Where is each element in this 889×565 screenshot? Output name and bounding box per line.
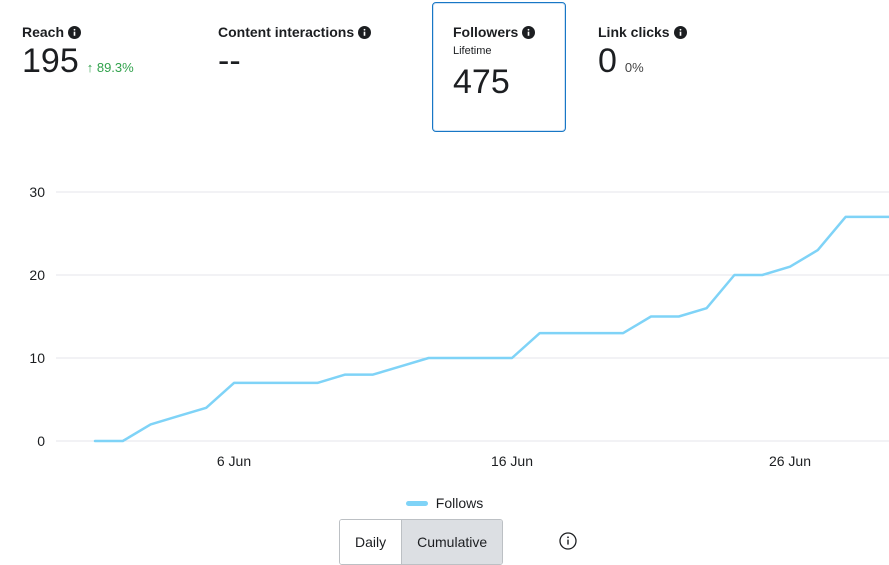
info-icon[interactable] — [674, 26, 687, 39]
followers-title-label: Followers — [453, 24, 518, 40]
interactions-title-label: Content interactions — [218, 24, 354, 40]
followers-metric-card[interactable]: Followers Lifetime 475 — [432, 2, 566, 132]
content-interactions-metric[interactable]: Content interactions -- — [218, 24, 371, 78]
reach-change: ↑ 89.3% — [87, 60, 134, 75]
reach-metric[interactable]: Reach 195 ↑ 89.3% — [22, 24, 134, 78]
y-tick-label: 0 — [37, 433, 45, 449]
interactions-value: -- — [218, 44, 241, 78]
y-tick-label: 20 — [29, 267, 45, 283]
followers-value: 475 — [453, 65, 545, 99]
links-change: 0% — [625, 60, 644, 75]
reach-title: Reach — [22, 24, 134, 40]
links-value: 0 — [598, 44, 617, 78]
info-outline-icon[interactable] — [559, 532, 577, 550]
reach-title-label: Reach — [22, 24, 64, 40]
links-title: Link clicks — [598, 24, 687, 40]
followers-title: Followers — [453, 24, 545, 40]
x-tick-label: 16 Jun — [491, 453, 533, 469]
followers-line-chart: 0 10 20 30 6 Jun 16 Jun 26 Jun — [0, 170, 889, 480]
y-tick-label: 30 — [29, 184, 45, 200]
link-clicks-metric[interactable]: Link clicks 0 0% — [598, 24, 687, 78]
followers-sublabel: Lifetime — [453, 45, 545, 57]
x-tick-label: 26 Jun — [769, 453, 811, 469]
reach-value: 195 — [22, 44, 79, 78]
interactions-title: Content interactions — [218, 24, 371, 40]
daily-button[interactable]: Daily — [340, 520, 401, 564]
cumulative-button[interactable]: Cumulative — [401, 520, 502, 564]
chart-legend: Follows — [0, 495, 889, 511]
info-icon[interactable] — [358, 26, 371, 39]
info-icon[interactable] — [522, 26, 535, 39]
y-tick-label: 10 — [29, 350, 45, 366]
series-line-follows — [95, 217, 889, 441]
daily-cumulative-toggle: Daily Cumulative — [339, 519, 503, 565]
x-tick-label: 6 Jun — [217, 453, 251, 469]
legend-swatch — [406, 501, 428, 506]
info-icon[interactable] — [68, 26, 81, 39]
legend-label: Follows — [436, 495, 483, 511]
links-title-label: Link clicks — [598, 24, 670, 40]
